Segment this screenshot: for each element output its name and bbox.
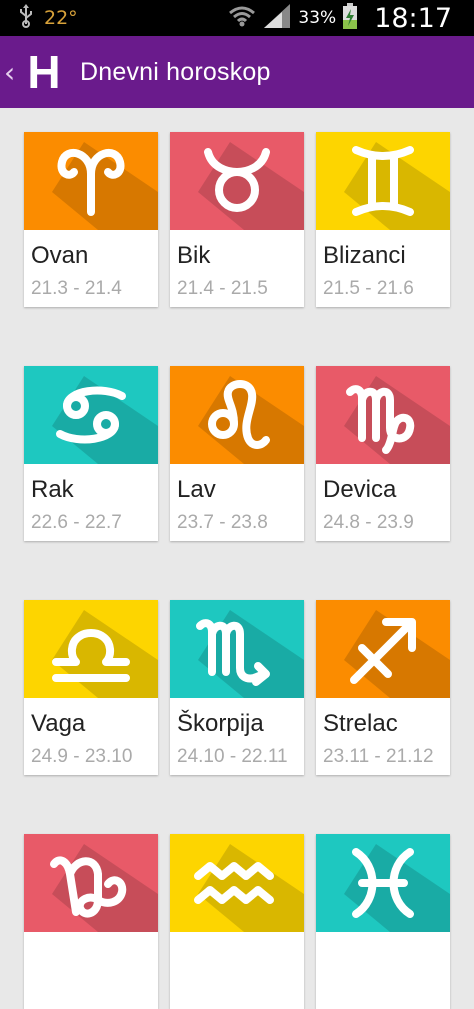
sign-dates: 23.7 - 23.8 xyxy=(177,512,268,533)
sign-name: Devica xyxy=(323,476,397,503)
sign-dates xyxy=(323,972,450,980)
sign-icon-tile xyxy=(316,600,450,698)
cancer-icon xyxy=(24,366,158,464)
sign-icon-tile xyxy=(316,834,450,932)
sign-card-rak[interactable]: Rak 22.6 - 22.7 xyxy=(24,366,158,541)
sign-dates: 21.5 - 21.6 xyxy=(323,278,414,299)
sign-dates: 23.11 - 21.12 xyxy=(323,746,434,767)
sign-card-strelac[interactable]: Strelac 23.11 - 21.12 xyxy=(316,600,450,775)
sign-dates: 21.4 - 21.5 xyxy=(177,278,268,299)
clock: 18:17 xyxy=(374,2,452,34)
sign-name: Vaga xyxy=(31,710,86,737)
sign-name: Škorpija xyxy=(177,710,264,737)
sign-dates: 24.8 - 23.9 xyxy=(323,512,414,533)
sign-dates xyxy=(31,972,158,980)
leo-icon xyxy=(170,366,304,464)
sagittarius-icon xyxy=(316,600,450,698)
sign-card-bik[interactable]: Bik 21.4 - 21.5 xyxy=(170,132,304,307)
sign-name: Bik xyxy=(177,242,211,269)
sign-card-vaga[interactable]: Vaga 24.9 - 23.10 xyxy=(24,600,158,775)
sign-icon-tile xyxy=(24,366,158,464)
status-bar: 22° 33% 18:17 xyxy=(0,0,474,36)
sign-card-ovan[interactable]: Ovan 21.3 - 21.4 xyxy=(24,132,158,307)
sign-dates: 24.9 - 23.10 xyxy=(31,746,133,767)
sign-card-skorpija[interactable]: Škorpija 24.10 - 22.11 xyxy=(170,600,304,775)
pisces-icon xyxy=(316,834,450,932)
sign-name xyxy=(177,932,304,972)
sign-icon-tile xyxy=(24,600,158,698)
usb-icon xyxy=(18,3,34,33)
sign-name: Lav xyxy=(177,476,216,503)
sign-icon-tile xyxy=(24,834,158,932)
taurus-icon xyxy=(170,132,304,230)
sign-card-capricorn[interactable] xyxy=(24,834,158,1009)
sign-dates xyxy=(177,972,304,980)
sign-icon-tile xyxy=(316,366,450,464)
temperature-label: 22° xyxy=(44,7,78,29)
sign-icon-tile xyxy=(316,132,450,230)
sign-name xyxy=(31,932,158,972)
sign-card-lav[interactable]: Lav 23.7 - 23.8 xyxy=(170,366,304,541)
aquarius-icon xyxy=(170,834,304,932)
page-title: Dnevni horoskop xyxy=(80,57,271,86)
sign-icon-tile xyxy=(170,600,304,698)
app-logo[interactable]: H xyxy=(26,49,62,95)
sign-card-blizanci[interactable]: Blizanci 21.5 - 21.6 xyxy=(316,132,450,307)
sign-dates: 21.3 - 21.4 xyxy=(31,278,122,299)
signal-icon xyxy=(262,3,292,33)
sign-name: Ovan xyxy=(31,242,89,269)
sign-dates: 24.10 - 22.11 xyxy=(177,746,288,767)
aries-icon xyxy=(24,132,158,230)
libra-icon xyxy=(24,600,158,698)
sign-icon-tile xyxy=(170,834,304,932)
sign-card-devica[interactable]: Devica 24.8 - 23.9 xyxy=(316,366,450,541)
app-bar: ‹ H Dnevni horoskop xyxy=(0,36,474,108)
sign-card-pisces[interactable] xyxy=(316,834,450,1009)
sign-name: Strelac xyxy=(323,710,398,737)
sign-name: Rak xyxy=(31,476,74,503)
zodiac-grid: Ovan 21.3 - 21.4 Bik 21.4 - 21.5 Blizanci 2… xyxy=(24,132,450,1009)
sign-card-aquarius[interactable] xyxy=(170,834,304,1009)
sign-icon-tile xyxy=(170,132,304,230)
scorpio-icon xyxy=(170,600,304,698)
capricorn-icon xyxy=(24,834,158,932)
wifi-icon xyxy=(228,5,256,32)
sign-name xyxy=(323,932,450,972)
sign-icon-tile xyxy=(170,366,304,464)
battery-charging-icon xyxy=(342,2,358,34)
gemini-icon xyxy=(316,132,450,230)
virgo-icon xyxy=(316,366,450,464)
back-chevron-icon[interactable]: ‹ xyxy=(4,56,18,89)
sign-dates: 22.6 - 22.7 xyxy=(31,512,122,533)
battery-percent: 33% xyxy=(298,8,337,28)
sign-name: Blizanci xyxy=(323,242,406,269)
sign-icon-tile xyxy=(24,132,158,230)
